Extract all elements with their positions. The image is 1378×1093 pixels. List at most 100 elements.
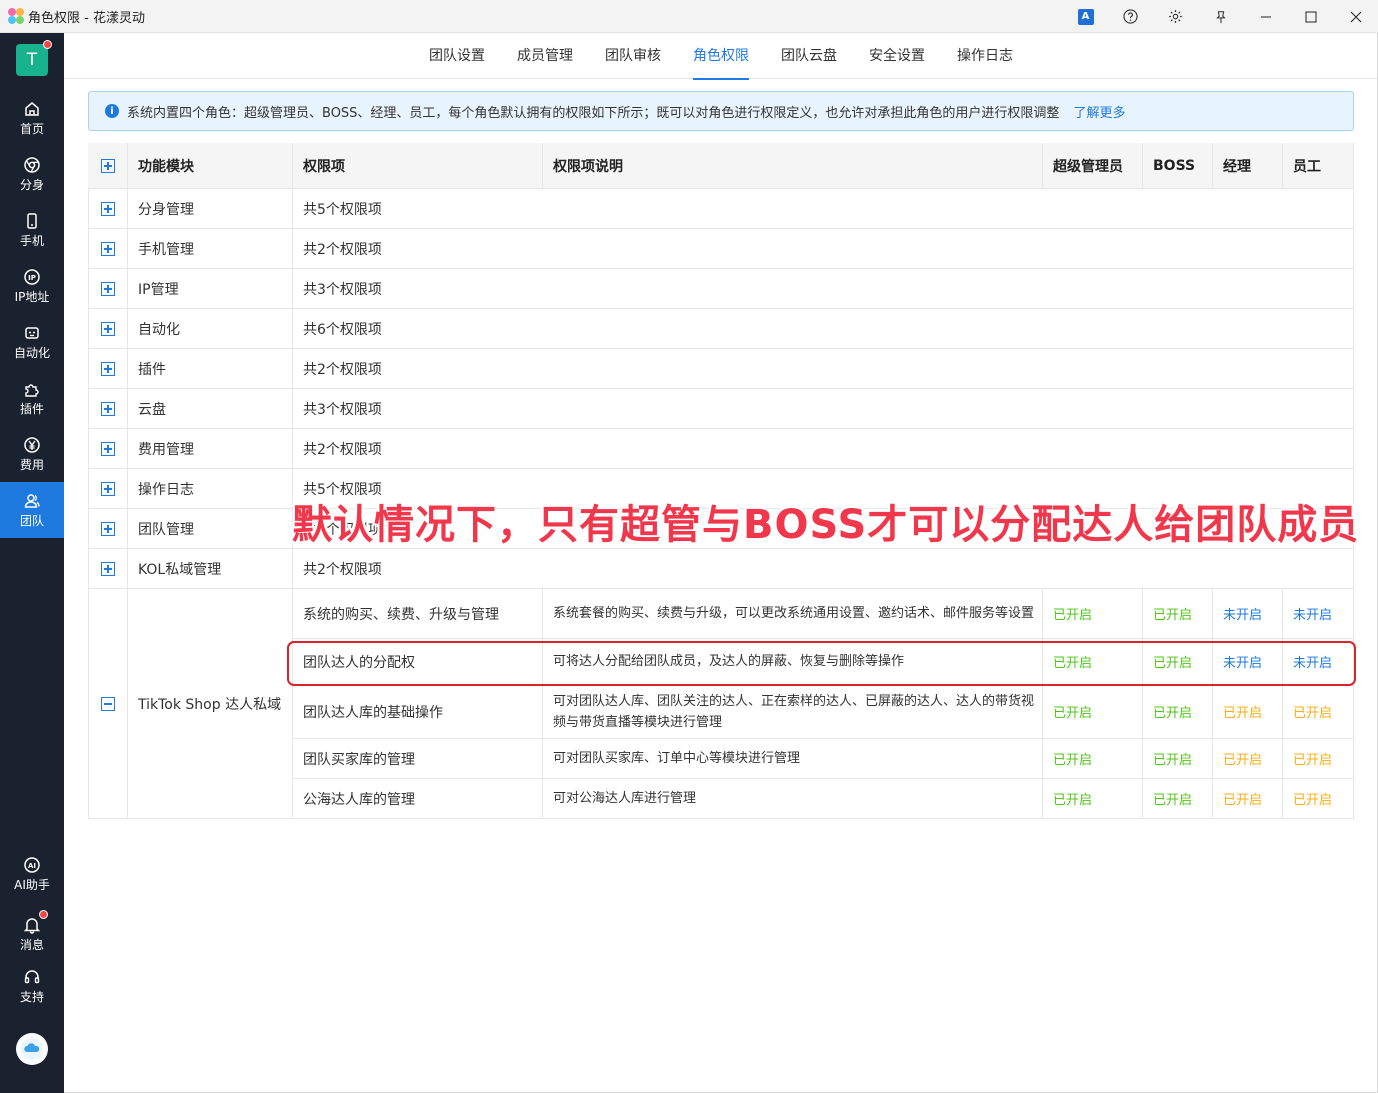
expand-button[interactable]	[88, 509, 128, 549]
header-module: 功能模块	[128, 143, 293, 189]
expand-button[interactable]	[88, 229, 128, 269]
plus-square-icon	[100, 361, 115, 376]
minimize-icon	[1260, 16, 1271, 17]
chrome-icon	[24, 156, 40, 173]
expand-button[interactable]	[88, 309, 128, 349]
sidebar-item-plugin[interactable]: 插件	[0, 370, 64, 426]
minimize-button[interactable]	[1243, 0, 1288, 33]
tab-team-cloud[interactable]: 团队云盘	[781, 33, 837, 79]
info-icon: i	[105, 104, 119, 118]
expand-button[interactable]	[88, 349, 128, 389]
highlight-box	[287, 641, 1356, 686]
annotation-text: 默认情况下，只有超管与BOSS才可以分配达人给团队成员	[292, 502, 1360, 548]
status-super-admin[interactable]: 已开启	[1043, 685, 1143, 739]
header-desc: 权限项说明	[543, 143, 1043, 189]
sidebar-item-support[interactable]: 支持	[0, 958, 64, 1014]
tab-role-permissions[interactable]: 角色权限	[693, 33, 749, 80]
maximize-icon	[1305, 11, 1316, 22]
status-manager[interactable]: 已开启	[1213, 779, 1283, 819]
sidebar-item-home[interactable]: 首页	[0, 90, 64, 146]
expand-button[interactable]	[88, 389, 128, 429]
expand-button[interactable]	[88, 189, 128, 229]
tab-team-settings[interactable]: 团队设置	[429, 33, 485, 79]
expand-button[interactable]	[88, 469, 128, 509]
tab-operation-log[interactable]: 操作日志	[957, 33, 1013, 79]
plus-square-icon	[100, 561, 115, 576]
expand-button[interactable]	[88, 429, 128, 469]
tab-member-management[interactable]: 成员管理	[517, 33, 573, 79]
status-manager[interactable]: 未开启	[1213, 589, 1283, 639]
module-name: 插件	[128, 349, 293, 389]
expand-button[interactable]	[88, 269, 128, 309]
sidebar-item-label: 支持	[19, 989, 44, 1004]
permission-item: 团队买家库的管理	[293, 739, 543, 779]
user-avatar[interactable]	[16, 1033, 48, 1065]
module-summary: 共2个权限项	[293, 349, 1354, 389]
team-avatar[interactable]: T	[16, 40, 52, 76]
expand-button[interactable]	[88, 549, 128, 589]
sidebar-item-ip[interactable]: IP IP地址	[0, 258, 64, 314]
phone-icon	[27, 212, 37, 229]
status-super-admin[interactable]: 已开启	[1043, 779, 1143, 819]
learn-more-link[interactable]: 了解更多	[1073, 102, 1125, 121]
permission-desc: 系统套餐的购买、续费与升级，可以更改系统通用设置、邀约话术、邮件服务等设置	[543, 589, 1043, 639]
sidebar-item-messages[interactable]: 消息	[0, 906, 64, 962]
sidebar-item-clone[interactable]: 分身	[0, 146, 64, 202]
plus-square-icon	[100, 441, 115, 456]
help-button[interactable]	[1108, 0, 1153, 33]
status-staff[interactable]: 已开启	[1283, 739, 1354, 779]
svg-text:AI: AI	[28, 862, 36, 870]
header-item: 权限项	[293, 143, 543, 189]
close-button[interactable]	[1333, 0, 1378, 33]
module-name: 分身管理	[128, 189, 293, 229]
notification-dot	[43, 40, 52, 49]
permission-item: 系统的购买、续费、升级与管理	[293, 589, 543, 639]
module-name: 云盘	[128, 389, 293, 429]
module-name: 操作日志	[128, 469, 293, 509]
status-boss[interactable]: 已开启	[1143, 739, 1213, 779]
status-staff[interactable]: 未开启	[1283, 589, 1354, 639]
home-icon	[25, 101, 39, 116]
collapse-button[interactable]	[88, 589, 128, 819]
header-super-admin: 超级管理员	[1043, 143, 1143, 189]
gear-icon	[1169, 10, 1182, 23]
tab-team-review[interactable]: 团队审核	[605, 33, 661, 79]
status-boss[interactable]: 已开启	[1143, 589, 1213, 639]
tab-security-settings[interactable]: 安全设置	[869, 33, 925, 79]
status-super-admin[interactable]: 已开启	[1043, 589, 1143, 639]
sidebar-item-team[interactable]: 团队	[0, 482, 64, 538]
status-boss[interactable]: 已开启	[1143, 685, 1213, 739]
pin-icon	[1215, 10, 1226, 23]
module-summary: 共2个权限项	[293, 429, 1354, 469]
title-bar: 角色权限 - 花漾灵动 A	[0, 0, 1378, 33]
sidebar-item-automation[interactable]: 自动化	[0, 314, 64, 370]
status-boss[interactable]: 已开启	[1143, 779, 1213, 819]
sidebar-item-label: 费用	[19, 457, 44, 472]
plus-square-icon	[100, 201, 115, 216]
headset-icon	[24, 969, 40, 983]
sidebar-item-billing[interactable]: 费用	[0, 426, 64, 482]
sidebar-item-ai[interactable]: AI AI助手	[0, 846, 64, 902]
sidebar-item-label: 插件	[19, 401, 44, 416]
status-manager[interactable]: 已开启	[1213, 685, 1283, 739]
expand-all-icon	[100, 158, 115, 173]
module-name: KOL私域管理	[128, 549, 293, 589]
status-super-admin[interactable]: 已开启	[1043, 739, 1143, 779]
module-name: 团队管理	[128, 509, 293, 549]
maximize-button[interactable]	[1288, 0, 1333, 33]
translate-icon: A	[1077, 8, 1094, 25]
status-manager[interactable]: 已开启	[1213, 739, 1283, 779]
sidebar-item-label: 首页	[19, 121, 44, 136]
pin-button[interactable]	[1198, 0, 1243, 33]
module-summary: 共2个权限项	[293, 229, 1354, 269]
sidebar-item-phone[interactable]: 手机	[0, 202, 64, 258]
status-staff[interactable]: 已开启	[1283, 779, 1354, 819]
info-text: 系统内置四个角色：超级管理员、BOSS、经理、员工，每个角色默认拥有的权限如下所…	[127, 105, 1060, 121]
settings-button[interactable]	[1153, 0, 1198, 33]
plus-square-icon	[100, 401, 115, 416]
permission-item: 团队达人库的基础操作	[293, 685, 543, 739]
header-expand-all[interactable]	[88, 143, 128, 189]
translate-button[interactable]: A	[1063, 0, 1108, 33]
status-staff[interactable]: 已开启	[1283, 685, 1354, 739]
sidebar-item-label: 分身	[19, 177, 44, 192]
